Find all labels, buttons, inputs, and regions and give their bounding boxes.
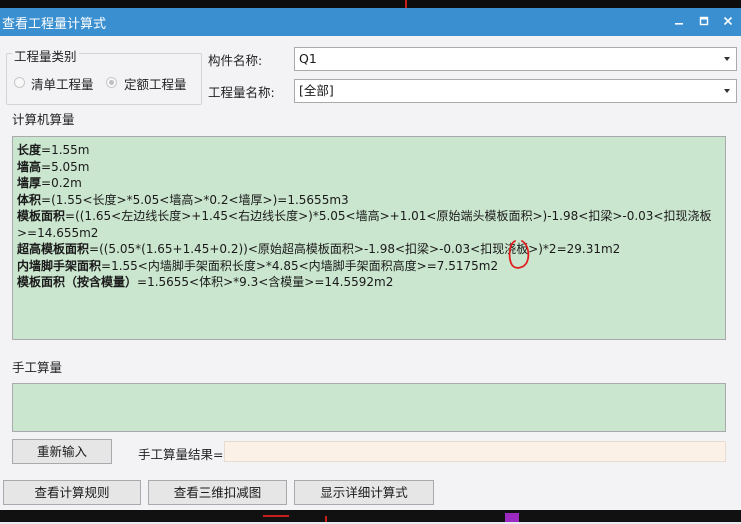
formula-line: 墙厚=0.2m: [17, 176, 82, 190]
chevron-down-icon: [724, 57, 730, 61]
computer-calc-label: 计算机算量: [12, 112, 75, 127]
quantity-name-select[interactable]: [全部]: [294, 79, 737, 103]
background-strip-bottom: [0, 510, 741, 522]
radio-list-quantity-label[interactable]: 清单工程量: [31, 74, 94, 93]
reenter-button[interactable]: 重新输入: [12, 439, 112, 464]
computer-calc-panel[interactable]: 长度=1.55m 墙高=5.05m 墙厚=0.2m 体积=(1.55<长度>*5…: [12, 136, 726, 340]
radio-quota-quantity[interactable]: [106, 77, 117, 88]
formula-line: 墙高=5.05m: [17, 159, 90, 174]
radio-quota-quantity-label[interactable]: 定额工程量: [124, 74, 187, 93]
quantity-name-value: [全部]: [299, 83, 334, 98]
view-calc-rules-button[interactable]: 查看计算规则: [3, 480, 141, 505]
manual-result-label: 手工算量结果=: [138, 447, 224, 462]
formula-line: 长度=1.55m: [17, 143, 90, 157]
formula-line: 模板面积（按含模量）=1.5655<体积>*9.3<含模量>=14.5592m2: [17, 275, 394, 289]
background-strip-top: [0, 0, 741, 8]
quantity-type-label: 工程量类别: [12, 46, 79, 65]
window-title: 查看工程量计算式: [2, 17, 107, 32]
quantity-name-label: 工程量名称:: [208, 85, 275, 100]
formula-line: 体积=(1.55<长度>*5.05<墙高>*0.2<墙厚>)=1.5655m3: [17, 192, 349, 207]
component-name-label: 构件名称:: [208, 53, 263, 68]
title-bar: 查看工程量计算式: [0, 8, 741, 36]
maximize-icon[interactable]: [693, 12, 715, 32]
close-icon[interactable]: [717, 12, 739, 32]
view-3d-deduction-button[interactable]: 查看三维扣减图: [148, 480, 287, 505]
manual-result-field[interactable]: [224, 441, 726, 462]
dialog-body: 工程量类别 清单工程量 定额工程量 构件名称: Q1 工程量名称: [全部] 计…: [0, 36, 741, 510]
formula-line: 内墙脚手架面积=1.55<内墙脚手架面积长度>*4.85<内墙脚手架面积高度>=…: [17, 258, 499, 273]
manual-calc-label: 手工算量: [12, 360, 63, 375]
component-name-value: Q1: [299, 51, 317, 66]
minimize-icon[interactable]: [668, 12, 690, 32]
formula-line: 超高模板面积=((5.05*(1.65+1.45+0.2))<原始超高模板面积>…: [17, 242, 621, 256]
chevron-down-icon: [724, 89, 730, 93]
show-detail-formula-button[interactable]: 显示详细计算式: [294, 480, 434, 505]
radio-list-quantity[interactable]: [14, 77, 25, 88]
formula-line: 模板面积=((1.65<左边线长度>+1.45<右边线长度>)*5.05<墙高>…: [17, 209, 712, 240]
manual-calc-input[interactable]: [12, 383, 726, 432]
component-name-select[interactable]: Q1: [294, 47, 737, 71]
